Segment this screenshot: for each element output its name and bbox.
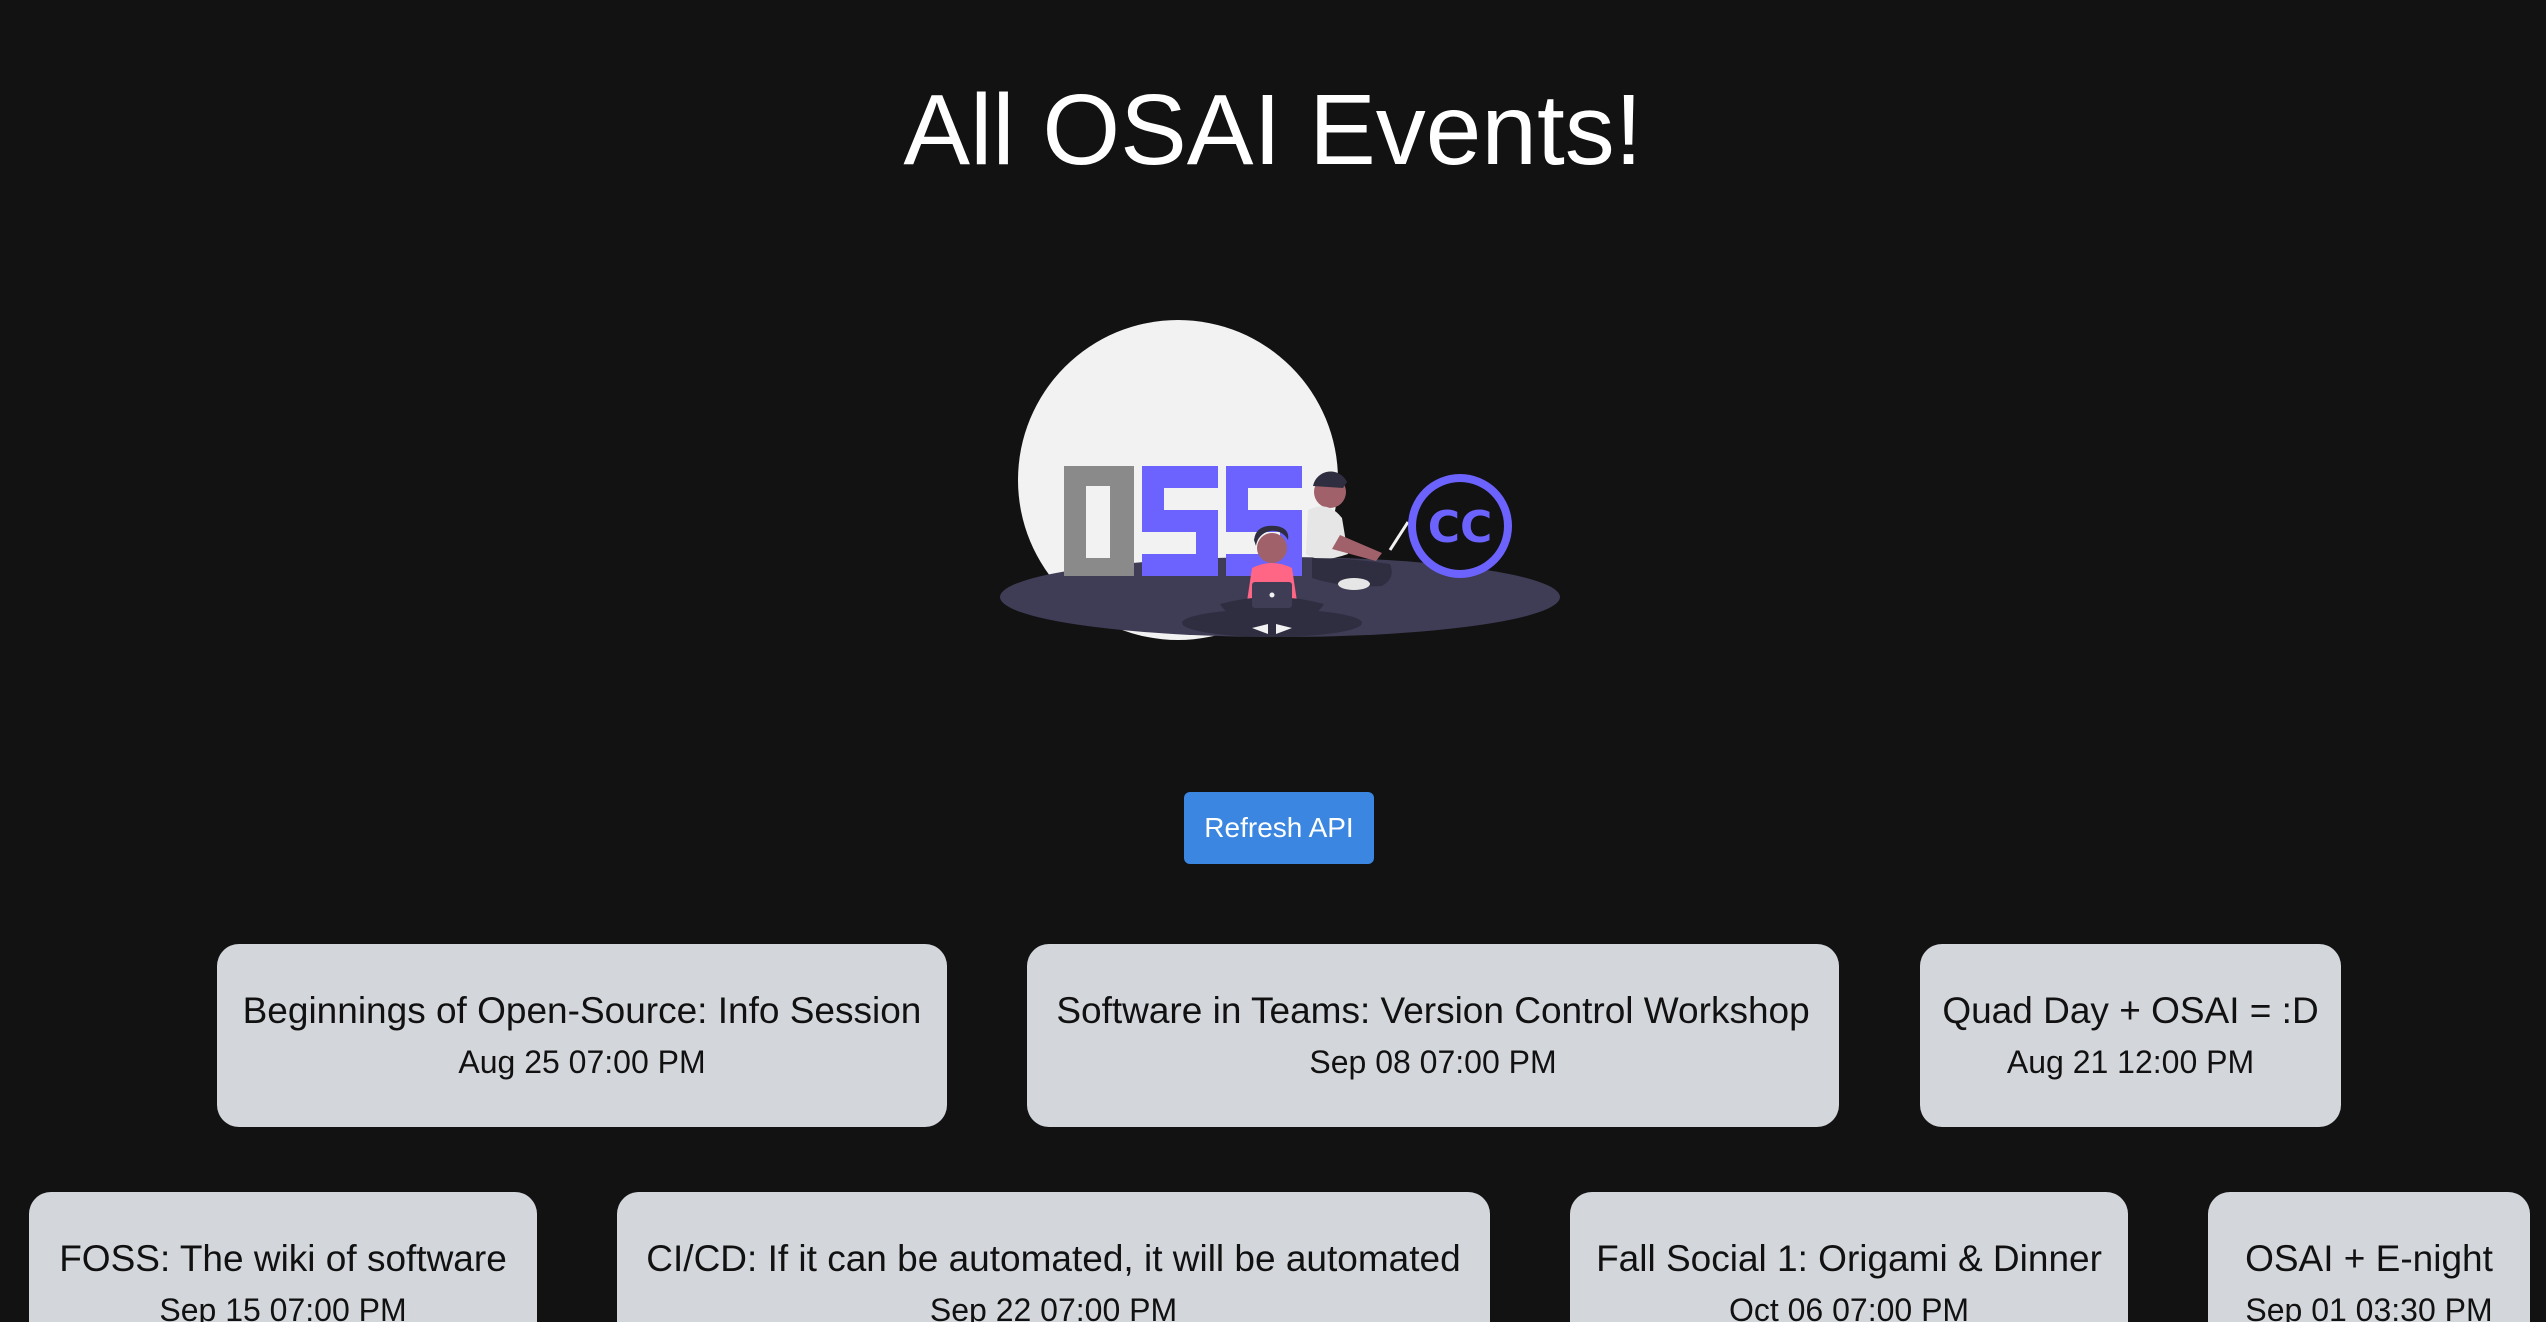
event-card[interactable]: FOSS: The wiki of software Sep 15 07:00 …: [29, 1192, 537, 1322]
event-date: Sep 22 07:00 PM: [929, 1292, 1178, 1322]
logo-letter-s1: [1142, 466, 1218, 576]
event-card[interactable]: OSAI + E-night Sep 01 03:30 PM: [2208, 1192, 2530, 1322]
event-name: FOSS: The wiki of software: [59, 1238, 507, 1279]
page: All OSAI Events! CC Refresh API Beginnin…: [0, 0, 2546, 1322]
event-name: OSAI + E-night: [2245, 1238, 2493, 1279]
event-date: Aug 25 07:00 PM: [458, 1044, 706, 1080]
hero-illustration: CC: [1000, 320, 1560, 640]
cc-badge-text: CC: [1428, 502, 1493, 553]
event-date: Sep 08 07:00 PM: [1309, 1044, 1557, 1080]
event-date: Aug 21 12:00 PM: [2006, 1044, 2255, 1080]
event-name: Software in Teams: Version Control Works…: [1056, 990, 1810, 1031]
event-name: Quad Day + OSAI = :D: [1942, 990, 2319, 1031]
event-card[interactable]: Software in Teams: Version Control Works…: [1027, 944, 1839, 1127]
event-card[interactable]: CI/CD: If it can be automated, it will b…: [617, 1192, 1490, 1322]
event-name: Beginnings of Open-Source: Info Session: [242, 990, 922, 1031]
event-card[interactable]: Beginnings of Open-Source: Info Session …: [217, 944, 947, 1127]
event-date: Oct 06 07:00 PM: [1728, 1292, 1970, 1322]
event-date: Sep 01 03:30 PM: [2245, 1292, 2493, 1322]
page-title: All OSAI Events!: [903, 74, 1643, 186]
event-card[interactable]: Fall Social 1: Origami & Dinner Oct 06 0…: [1570, 1192, 2128, 1322]
event-card[interactable]: Quad Day + OSAI = :D Aug 21 12:00 PM: [1920, 944, 2341, 1127]
event-name: Fall Social 1: Origami & Dinner: [1596, 1238, 2102, 1279]
event-name: CI/CD: If it can be automated, it will b…: [646, 1238, 1461, 1279]
event-date: Sep 15 07:00 PM: [159, 1292, 407, 1322]
cc-badge-icon: CC: [1408, 474, 1512, 578]
refresh-api-button[interactable]: Refresh API: [1184, 792, 1374, 864]
